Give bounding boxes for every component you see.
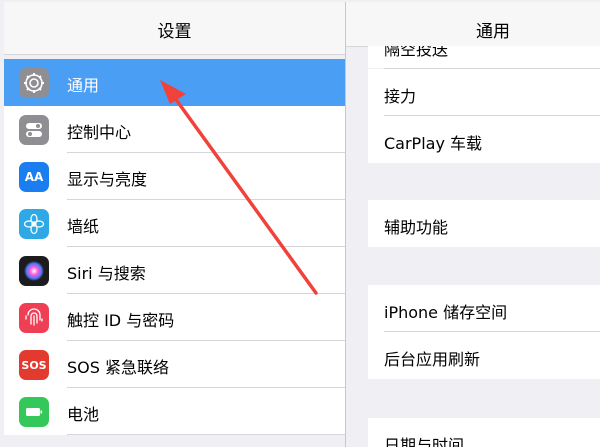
sos-icon: SOS xyxy=(19,350,49,380)
gear-icon xyxy=(19,68,49,98)
master-nav-bar: 设置 xyxy=(4,2,345,55)
settings-item-battery[interactable]: 电池 xyxy=(4,388,345,435)
detail-group-2: 辅助功能 xyxy=(368,200,600,247)
page-title: 设置 xyxy=(157,22,192,42)
detail-item-date-time[interactable]: 日期与时间 xyxy=(384,432,464,447)
detail-group-3: iPhone 储存空间 后台应用刷新 xyxy=(368,285,600,379)
detail-item-label: 接力 xyxy=(384,87,417,106)
settings-detail-pane: 通用 隔空投送 接力 CarPlay 车载 辅助功能 iPhone 储存空间 后… xyxy=(346,2,600,447)
settings-item-control-center[interactable]: 控制中心 xyxy=(4,106,345,153)
settings-item-touch-id[interactable]: 触控 ID 与密码 xyxy=(4,294,345,341)
battery-icon xyxy=(19,397,49,427)
settings-item-general[interactable]: 通用 xyxy=(4,59,345,106)
flower-icon xyxy=(19,209,49,239)
settings-item-label: SOS 紧急联络 xyxy=(67,358,169,377)
detail-item-label: 辅助功能 xyxy=(384,218,449,237)
settings-item-label: 电池 xyxy=(67,405,100,424)
settings-item-label: 通用 xyxy=(67,76,100,95)
detail-item-iphone-storage[interactable]: iPhone 储存空间 xyxy=(368,285,600,332)
detail-item-handoff[interactable]: 接力 xyxy=(368,69,600,116)
settings-item-label: 墙纸 xyxy=(67,217,100,236)
settings-item-display[interactable]: AA 显示与亮度 xyxy=(4,153,345,200)
settings-item-siri[interactable]: Siri 与搜索 xyxy=(4,247,345,294)
detail-group-bottom-cut: 日期与时间 xyxy=(368,418,600,447)
detail-nav-bar: 通用 xyxy=(346,2,600,47)
detail-item-accessibility[interactable]: 辅助功能 xyxy=(368,200,600,247)
detail-item-label: iPhone 储存空间 xyxy=(384,303,508,322)
divider xyxy=(67,434,345,435)
siri-icon xyxy=(19,256,49,286)
detail-item-carplay[interactable]: CarPlay 车载 xyxy=(368,116,600,163)
settings-item-label: 显示与亮度 xyxy=(67,170,148,189)
settings-list: 通用 控制中心 AA 显示与亮度 墙纸 Siri 与搜索 触控 ID 与密码 S… xyxy=(4,59,345,435)
detail-item-airdrop[interactable]: 隔空投送 xyxy=(384,46,448,60)
detail-item-background-refresh[interactable]: 后台应用刷新 xyxy=(368,332,600,379)
settings-item-label: 触控 ID 与密码 xyxy=(67,311,175,330)
settings-window: 设置 通用 控制中心 AA 显示与亮度 墙纸 Siri 与搜索 触控 ID 与密… xyxy=(0,0,600,447)
settings-item-label: Siri 与搜索 xyxy=(67,264,146,283)
detail-title: 通用 xyxy=(476,22,510,42)
settings-item-sos[interactable]: SOS SOS 紧急联络 xyxy=(4,341,345,388)
toggle-icon xyxy=(19,115,49,145)
detail-group-1: 接力 CarPlay 车载 xyxy=(368,69,600,163)
settings-item-label: 控制中心 xyxy=(67,123,132,142)
detail-group-top-cut: 隔空投送 xyxy=(368,46,600,68)
detail-item-label: 后台应用刷新 xyxy=(384,350,481,369)
settings-item-wallpaper[interactable]: 墙纸 xyxy=(4,200,345,247)
detail-item-label: CarPlay 车载 xyxy=(384,134,483,153)
settings-master-pane: 设置 通用 控制中心 AA 显示与亮度 墙纸 Siri 与搜索 触控 ID 与密… xyxy=(4,2,346,447)
text-size-icon: AA xyxy=(19,162,49,192)
fingerprint-icon xyxy=(19,303,49,333)
